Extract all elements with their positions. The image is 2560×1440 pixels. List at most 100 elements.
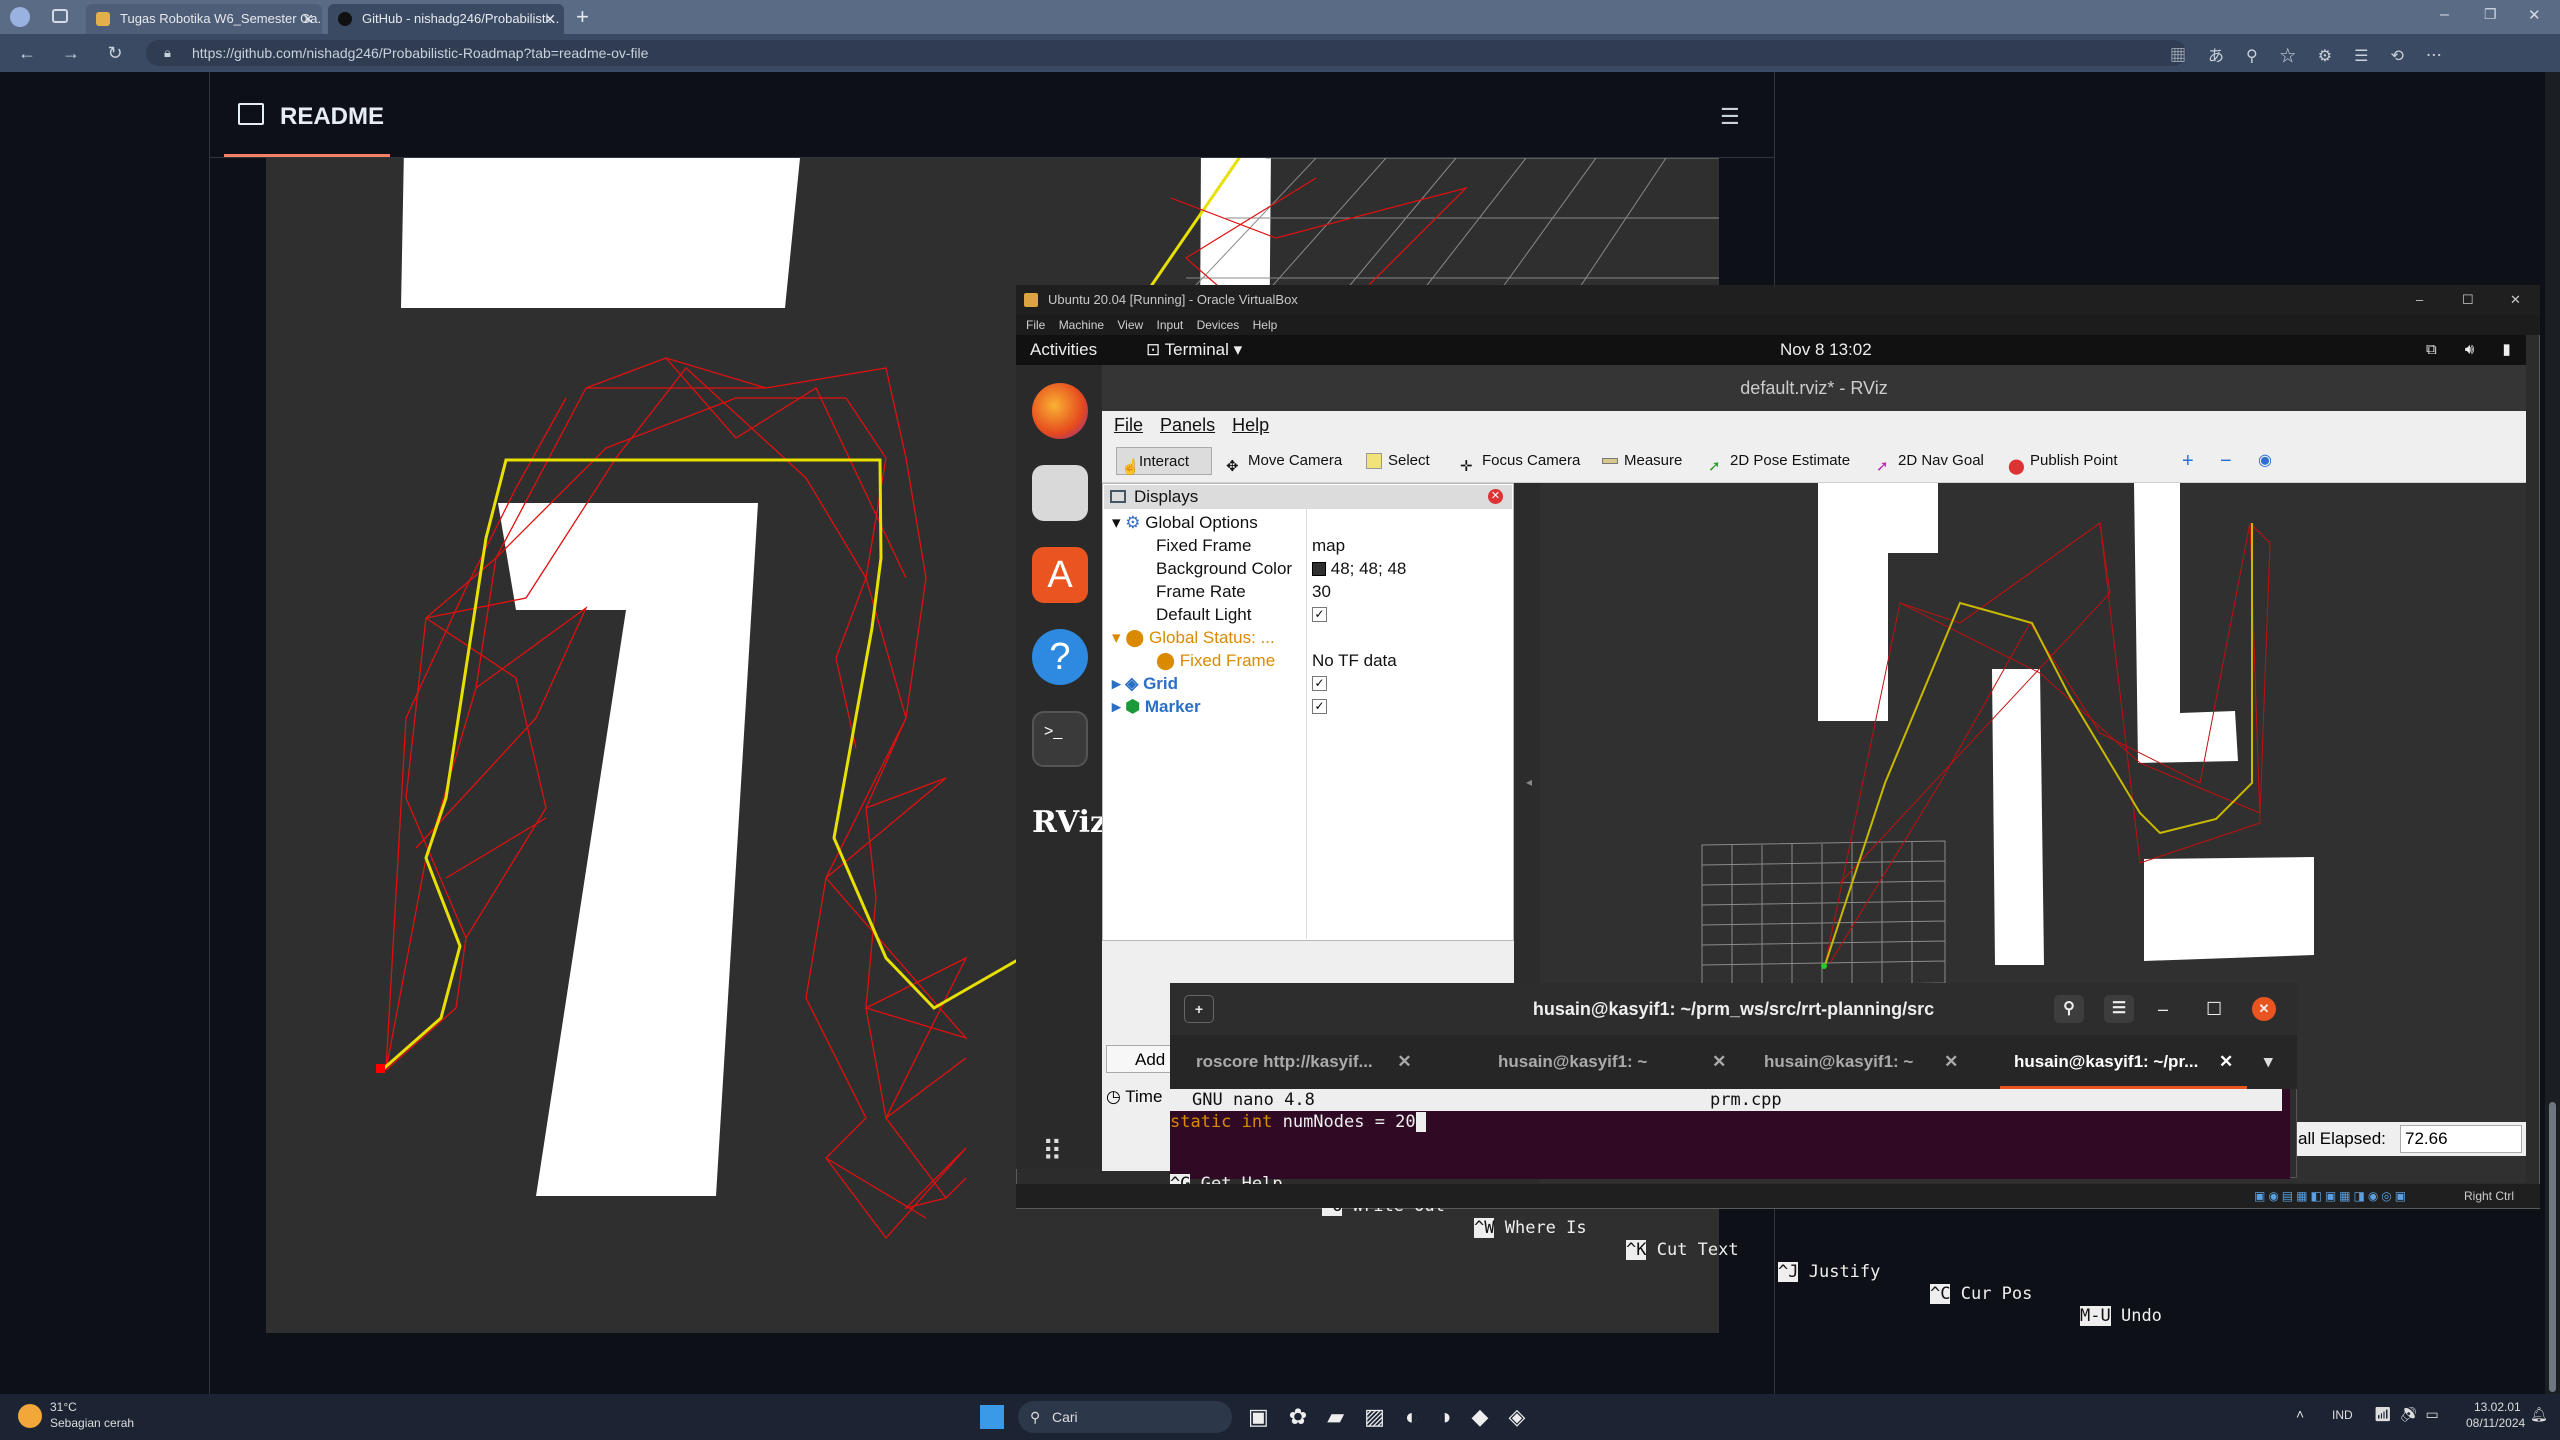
grid-display-row[interactable]: ▸ ◈ Grid <box>1112 674 1178 694</box>
view-tool-icon[interactable]: ◉ <box>2236 447 2272 475</box>
minimize-icon[interactable]: – <box>2416 285 2423 315</box>
back-icon[interactable]: ← <box>14 40 40 66</box>
view-splitter-arrow[interactable]: ◂ <box>1526 775 1532 789</box>
vscode-icon[interactable]: ◆ <box>1472 1404 1509 1429</box>
tool-select[interactable]: Select <box>1366 447 1430 475</box>
notification-bell-icon[interactable]: 🔔︎ <box>2530 1406 2548 1423</box>
reader-icon[interactable]: ▦ <box>2170 48 2208 65</box>
close-icon[interactable]: ✕ <box>1712 1052 1726 1071</box>
files-icon[interactable] <box>1032 465 1088 521</box>
help-icon[interactable]: ? <box>1032 629 1088 685</box>
global-options-row[interactable]: ▾ ⚙ Global Options <box>1112 513 1258 533</box>
tab-actions-icon[interactable] <box>52 9 68 23</box>
close-icon[interactable]: ✕ <box>2219 1052 2233 1071</box>
forward-icon[interactable]: → <box>58 40 84 66</box>
tabs-dropdown-icon[interactable]: ▾ <box>2264 1035 2273 1089</box>
taskbar-time[interactable]: 13.02.01 <box>2474 1400 2521 1414</box>
new-tab-button[interactable]: + <box>576 4 589 30</box>
weather-icon[interactable] <box>18 1404 42 1428</box>
shortcut-where-is[interactable]: ^W Where Is <box>1474 1217 1587 1239</box>
default-light-checkbox[interactable]: ✓ <box>1312 607 1327 622</box>
tool-publish-point[interactable]: ⬤ Publish Point <box>2008 447 2118 475</box>
tab-tugas-robotika[interactable]: Tugas Robotika W6_Semester Ga... ✕ <box>86 4 322 34</box>
remove-tool-button[interactable]: − <box>2198 447 2232 475</box>
close-icon[interactable]: ✕ <box>1397 1052 1411 1071</box>
translate-icon[interactable]: あ <box>2208 48 2246 65</box>
scrollbar-thumb[interactable] <box>2549 1102 2556 1392</box>
close-icon[interactable]: ✕ <box>302 4 314 34</box>
vm-status-icons[interactable]: ▣◉▤▦◧▣▦◨◉◎▣ <box>2254 1184 2409 1208</box>
menu-input[interactable]: Input <box>1157 318 1184 332</box>
outline-icon[interactable]: ☰ <box>1720 104 1740 130</box>
tool-focus-camera[interactable]: ✛ Focus Camera <box>1460 447 1580 475</box>
zoom-icon[interactable]: ⚲ <box>2246 48 2280 65</box>
maximize-icon[interactable]: ☐ <box>2206 983 2222 1035</box>
language-indicator[interactable]: IND <box>2332 1408 2353 1422</box>
minimize-icon[interactable]: – <box>2158 983 2168 1035</box>
add-tool-button[interactable]: + <box>2160 447 2194 475</box>
network-sound-battery-icons[interactable]: 📶︎🔊︎▭ <box>2374 1406 2447 1423</box>
copilot-icon[interactable]: ✿ <box>1289 1404 1327 1429</box>
close-icon[interactable]: ✕ <box>2510 285 2521 315</box>
show-apps-icon[interactable]: ⠿ <box>1042 1135 1065 1168</box>
taskbar-date[interactable]: 08/11/2024 <box>2466 1416 2525 1430</box>
extensions-icon[interactable]: ⚙ <box>2318 48 2354 65</box>
hamburger-menu-icon[interactable]: ☰ <box>2104 995 2134 1023</box>
menu-file[interactable]: File <box>1114 415 1143 435</box>
page-scrollbar[interactable] <box>2545 72 2560 1394</box>
browser-profile-icon[interactable] <box>10 7 30 27</box>
search-box[interactable]: ⚲ Cari <box>1018 1401 1232 1433</box>
tab-github[interactable]: GitHub - nishadg246/Probabilisti... ✕ <box>328 4 564 34</box>
terminal-tab[interactable]: husain@kasyif1: ~ ✕ <box>1498 1035 1726 1089</box>
favorite-icon[interactable]: ☆ <box>2280 48 2318 65</box>
menu-help[interactable]: Help <box>1253 318 1278 332</box>
grid-checkbox[interactable]: ✓ <box>1312 676 1327 691</box>
menu-view[interactable]: View <box>1117 318 1143 332</box>
terminal-tab[interactable]: roscore http://kasyif... ✕ <box>1196 1035 1412 1089</box>
history-icon[interactable]: ⟲ <box>2390 48 2425 65</box>
menu-panels[interactable]: Panels <box>1160 415 1215 435</box>
frame-rate-value[interactable]: 30 <box>1312 582 1331 602</box>
more-icon[interactable]: ⋯ <box>2426 48 2464 65</box>
menu-machine[interactable]: Machine <box>1059 318 1104 332</box>
menu-help[interactable]: Help <box>1232 415 1269 435</box>
start-icon[interactable] <box>980 1405 1004 1429</box>
terminal-tab-active[interactable]: husain@kasyif1: ~/pr... ✕ <box>2000 1035 2248 1089</box>
url-input[interactable]: 🔒︎ https://github.com/nishadg246/Probabi… <box>146 40 2186 66</box>
menu-devices[interactable]: Devices <box>1197 318 1240 332</box>
minimize-icon[interactable]: – <box>2440 6 2449 24</box>
system-tray-icons[interactable]: ⧉ 🔊︎ ▮ <box>2426 335 2523 365</box>
marker-display-row[interactable]: ▸ ⬢ Marker <box>1112 697 1201 717</box>
maximize-icon[interactable]: ❐ <box>2484 6 2497 23</box>
close-icon[interactable]: ✕ <box>1944 1052 1958 1071</box>
photos-icon[interactable]: ▨ <box>1364 1404 1405 1429</box>
maximize-icon[interactable]: ☐ <box>2462 285 2474 315</box>
explorer-icon[interactable]: ▰ <box>1327 1404 1364 1429</box>
tool-interact[interactable]: ☝ Interact <box>1116 447 1212 476</box>
global-status-row[interactable]: ▾ ⬤ Global Status: ... <box>1112 628 1275 648</box>
readme-title[interactable]: README <box>280 103 384 131</box>
shortcut-undo[interactable]: M-U Undo <box>2080 1305 2162 1327</box>
edge-dev-icon[interactable]: ◑ <box>1438 1404 1471 1429</box>
background-color-value[interactable]: 48; 48; 48 <box>1312 559 1406 579</box>
activities-button[interactable]: Activities <box>1030 335 1097 365</box>
close-panel-icon[interactable]: ✕ <box>1488 489 1503 504</box>
new-tab-icon[interactable]: + <box>1184 995 1214 1023</box>
tool-measure[interactable]: Measure <box>1602 447 1682 475</box>
terminal-tab[interactable]: husain@kasyif1: ~ ✕ <box>1764 1035 1958 1089</box>
rviz-icon[interactable]: RViz <box>1032 795 1107 851</box>
tray-chevron-icon[interactable]: ˄ <box>2296 1406 2304 1422</box>
tool-move-camera[interactable]: ✥ Move Camera <box>1226 447 1342 475</box>
reload-icon[interactable]: ↻ <box>102 40 128 66</box>
virtualbox-icon[interactable]: ◈ <box>1508 1404 1545 1429</box>
edge-icon[interactable]: ◐ <box>1405 1404 1438 1429</box>
terminal-icon[interactable]: >_ <box>1032 711 1088 767</box>
close-icon[interactable]: ✕ <box>2252 997 2276 1021</box>
nano-editor[interactable]: GNU nano 4.8 prm.cpp static int numNodes… <box>1170 1089 2290 1326</box>
firefox-icon[interactable] <box>1032 383 1088 439</box>
tool-2d-nav-goal[interactable]: ➚ 2D Nav Goal <box>1876 447 1984 475</box>
clock[interactable]: Nov 8 13:02 <box>1780 335 1872 365</box>
shortcut-cut-text[interactable]: ^K Cut Text <box>1626 1239 1739 1261</box>
software-icon[interactable]: A <box>1032 547 1088 603</box>
shortcut-justify[interactable]: ^J Justify <box>1778 1261 1880 1283</box>
